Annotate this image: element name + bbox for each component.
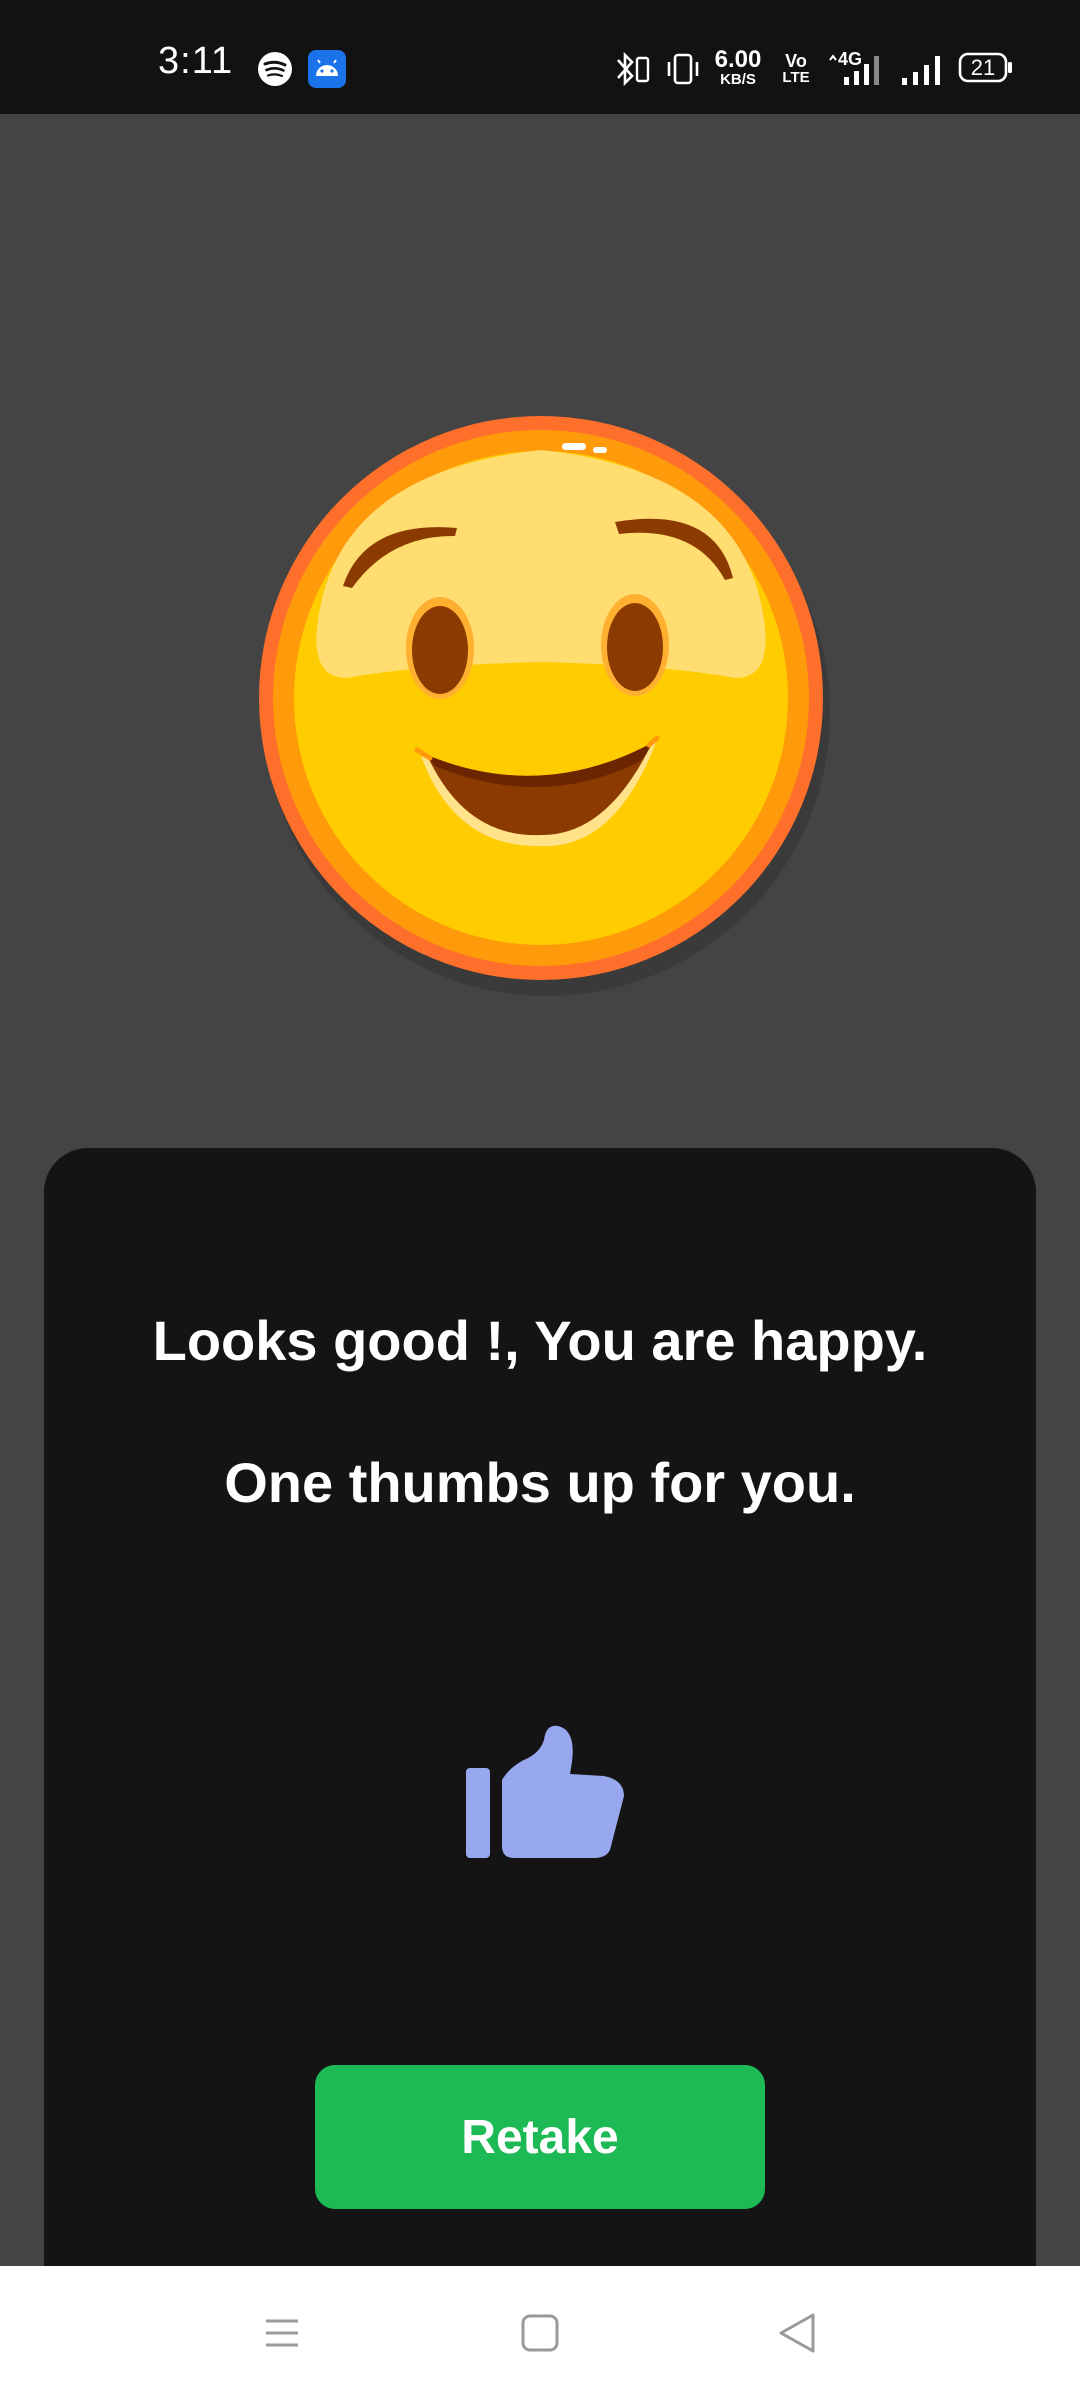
emoji-container [255,410,835,1020]
volte-label-top: Vo [785,51,807,71]
back-triangle-icon [779,2313,815,2353]
retake-button[interactable]: Retake [315,2065,765,2209]
spotify-icon [258,52,292,86]
status-bar: 3:11 6.00 KB/S Vo LTE 4G 21 [0,0,1080,114]
thumbs-up-container [454,1718,634,1878]
navigation-bar [0,2266,1080,2400]
battery-level: 21 [970,55,996,80]
thumbs-up-icon [466,1725,624,1858]
bluetooth-icon [617,51,650,87]
home-square-icon [521,2314,559,2352]
nav-back-button[interactable] [697,2266,897,2400]
nav-menu-button[interactable] [182,2266,382,2400]
volte-label-bottom: LTE [782,69,810,86]
signal-4g-icon [829,54,879,85]
result-card: Looks good !, You are happy. One thumbs … [44,1148,1036,2280]
result-message-line2: One thumbs up for you. [224,1451,856,1514]
menu-icon [266,2319,298,2347]
android-icon [308,50,346,88]
network-speed-unit: KB/S [720,71,756,88]
result-message-line1: Looks good !, You are happy. [152,1309,928,1372]
nav-home-button[interactable] [440,2266,640,2400]
happy-face-icon [259,416,830,996]
signal-icon [902,56,940,85]
network-speed-value: 6.00 [714,46,762,73]
status-time: 3:11 [158,40,234,82]
vibrate-icon [667,53,699,85]
